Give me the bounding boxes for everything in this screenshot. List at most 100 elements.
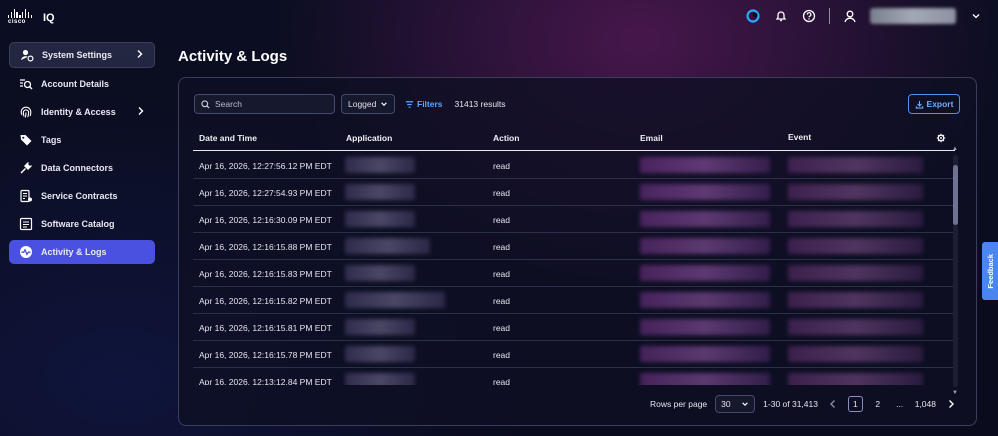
column-header-action[interactable]: Action: [493, 133, 519, 143]
sidebar-item-label: Identity & Access: [41, 107, 116, 117]
cell-email-redacted: [640, 373, 770, 385]
top-bar: cisco IQ: [0, 0, 998, 34]
sidebar-item-label: Activity & Logs: [41, 247, 107, 257]
cell-event-redacted: [788, 211, 923, 227]
cell-email-redacted: [640, 238, 770, 254]
cell-event-redacted: [788, 292, 923, 308]
table-row[interactable]: Apr 16, 2026, 12:16:15.82 PM EDT read: [193, 287, 955, 314]
cell-email-redacted: [640, 292, 770, 308]
sidebar-item-service-contracts[interactable]: Service Contracts: [9, 184, 155, 208]
pagination: Rows per page 30 1-30 of 31,413 1 2 ... …: [650, 395, 958, 413]
filter-icon: [405, 100, 414, 108]
search-icon: [201, 99, 210, 109]
search-input[interactable]: Search: [194, 94, 335, 114]
next-page-icon[interactable]: [944, 396, 958, 412]
page-ellipsis: ...: [896, 399, 904, 409]
column-header-event[interactable]: Event: [788, 132, 811, 142]
help-icon[interactable]: [801, 8, 817, 24]
rows-per-page-select[interactable]: 30: [715, 395, 756, 413]
cell-event-redacted: [788, 346, 923, 362]
tag-icon: [19, 133, 33, 147]
table-row[interactable]: Apr 16, 2026, 12:16:30.09 PM EDT read: [193, 206, 955, 233]
logged-filter-select[interactable]: Logged: [341, 94, 395, 114]
chevron-down-icon: [381, 102, 388, 106]
user-icon[interactable]: [842, 8, 858, 24]
cell-application-redacted: [345, 373, 415, 385]
cell-email-redacted: [640, 346, 770, 362]
table-row[interactable]: Apr 16, 2026, 12:16:15.88 PM EDT read: [193, 233, 955, 260]
sidebar-item-account-details[interactable]: Account Details: [9, 72, 155, 96]
sidebar-item-label: Software Catalog: [41, 219, 115, 229]
table-row[interactable]: Apr 16, 2026, 12:16:15.78 PM EDT read: [193, 341, 955, 368]
fingerprint-icon: [19, 105, 33, 119]
contract-icon: [19, 189, 33, 203]
results-count: 31413 results: [454, 99, 506, 109]
sidebar-item-system-settings[interactable]: System Settings: [9, 42, 155, 68]
cell-datetime: Apr 16, 2026, 12:16:15.88 PM EDT: [199, 242, 332, 252]
scrollbar-thumb[interactable]: [953, 165, 958, 225]
sidebar: System Settings Account Details Identity…: [9, 42, 155, 268]
catalog-icon: [19, 217, 33, 231]
cell-application-redacted: [345, 346, 415, 362]
cell-application-redacted: [345, 265, 415, 281]
column-header-application[interactable]: Application: [346, 133, 392, 143]
cell-action: read: [493, 269, 511, 279]
table-header: Date and Time Application Action Email E…: [193, 128, 955, 151]
rows-per-page-label: Rows per page: [649, 399, 708, 409]
column-header-email[interactable]: Email: [640, 133, 663, 143]
plug-icon: [19, 161, 33, 175]
page-button-2[interactable]: 2: [871, 396, 885, 412]
cell-datetime: Apr 16, 2026, 12:16:15.83 PM EDT: [199, 269, 332, 279]
chevron-right-icon: [136, 49, 144, 61]
table-row[interactable]: Apr 16, 2026, 12:13:12.84 PM EDT read: [193, 368, 955, 385]
sidebar-item-label: System Settings: [42, 50, 113, 60]
column-header-date[interactable]: Date and Time: [199, 133, 257, 143]
cell-action: read: [493, 242, 511, 252]
chevron-down-icon: [742, 402, 748, 406]
table-row[interactable]: Apr 16, 2026, 12:27:56.12 PM EDT read: [193, 152, 955, 179]
cell-event-redacted: [788, 373, 923, 385]
feedback-tab[interactable]: Feedback: [982, 242, 998, 300]
sidebar-item-activity-logs[interactable]: Activity & Logs: [9, 240, 155, 264]
cisco-bars-icon: [8, 9, 32, 18]
sidebar-item-data-connectors[interactable]: Data Connectors: [9, 156, 155, 180]
user-gear-icon: [20, 48, 34, 62]
cell-action: read: [493, 377, 511, 385]
cell-datetime: Apr 16, 2026, 12:27:54.93 PM EDT: [199, 188, 332, 198]
scroll-up-icon[interactable]: ▲: [952, 146, 958, 152]
cisco-logo[interactable]: cisco IQ: [8, 9, 55, 27]
cell-action: read: [493, 215, 511, 225]
export-button[interactable]: Export: [908, 94, 960, 114]
table-row[interactable]: Apr 16, 2026, 12:27:54.93 PM EDT read: [193, 179, 955, 206]
chevron-right-icon: [137, 106, 145, 118]
cell-datetime: Apr 16, 2026, 12:16:15.82 PM EDT: [199, 296, 332, 306]
table-row[interactable]: Apr 16, 2026, 12:16:15.83 PM EDT read: [193, 260, 955, 287]
page-button-last[interactable]: 1,048: [915, 396, 936, 412]
column-settings-icon[interactable]: [936, 133, 946, 145]
sidebar-item-tags[interactable]: Tags: [9, 128, 155, 152]
export-icon: [915, 100, 923, 109]
chevron-down-icon[interactable]: [968, 8, 984, 24]
cell-datetime: Apr 16, 2026, 12:16:15.78 PM EDT: [199, 350, 332, 360]
page-button-1[interactable]: 1: [847, 396, 863, 412]
app-name: IQ: [43, 12, 55, 24]
sidebar-item-software-catalog[interactable]: Software Catalog: [9, 212, 155, 236]
search-placeholder: Search: [215, 99, 242, 109]
toolbar: Search Logged Filters 31413 results: [194, 94, 506, 114]
cell-datetime: Apr 16, 2026, 12:13:12.84 PM EDT: [199, 377, 332, 385]
prev-page-icon[interactable]: [826, 396, 840, 412]
filters-button[interactable]: Filters: [405, 99, 443, 109]
filters-label: Filters: [417, 99, 443, 109]
table-scrollbar[interactable]: ▲ ▼: [952, 146, 958, 396]
user-name-redacted[interactable]: [870, 8, 956, 24]
feedback-label: Feedback: [985, 253, 995, 289]
sidebar-item-label: Account Details: [41, 79, 110, 89]
sidebar-item-label: Tags: [41, 135, 62, 145]
cell-email-redacted: [640, 319, 770, 335]
table-row[interactable]: Apr 16, 2026, 12:16:15.81 PM EDT read: [193, 314, 955, 341]
rows-per-page-value: 30: [721, 399, 731, 409]
sidebar-item-identity-access[interactable]: Identity & Access: [9, 100, 155, 124]
cell-event-redacted: [788, 184, 923, 200]
assistant-icon[interactable]: [745, 8, 761, 24]
bell-icon[interactable]: [773, 8, 789, 24]
